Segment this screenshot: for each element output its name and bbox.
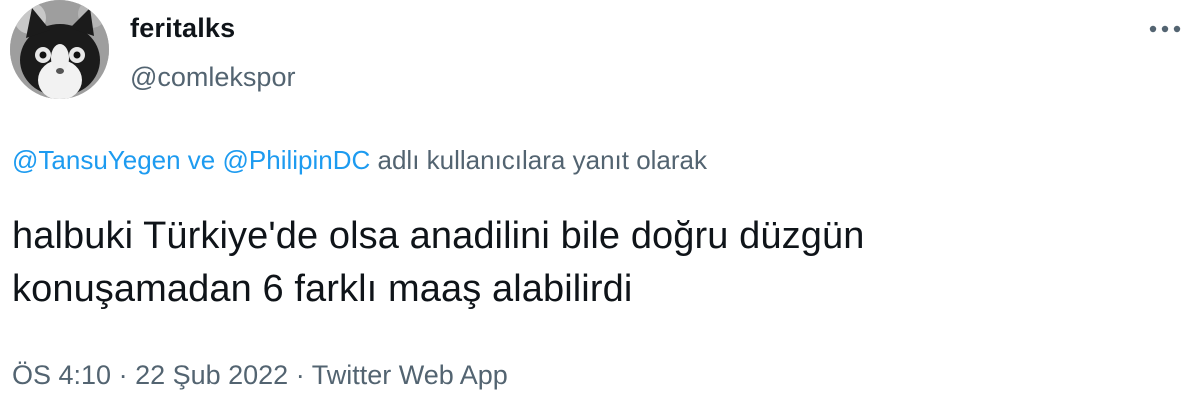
tweet-time-link[interactable]: ÖS 4:10 [12,360,111,390]
mention-link-tansuyegen[interactable]: @TansuYegen [12,145,181,175]
display-name[interactable]: feritalks [130,8,295,48]
more-options-button[interactable] [1148,22,1182,36]
tweet-date-link[interactable]: 22 Şub 2022 [135,360,288,390]
tweet-text-line-2: konuşamadan 6 farklı maaş alabilirdi [12,268,633,310]
tweet-text: halbuki Türkiye'de olsa anadilini bile d… [12,210,1182,316]
reply-suffix: adlı kullanıcılara yanıt olarak [370,145,708,175]
user-handle[interactable]: @comlekspor [130,60,295,94]
reply-connector: ve [180,145,223,175]
more-horizontal-icon [1149,25,1181,33]
tweet-source-link[interactable]: Twitter Web App [312,360,508,390]
author-info[interactable]: feritalks @comlekspor [130,8,295,94]
tweet-text-line-1: halbuki Türkiye'de olsa anadilini bile d… [12,215,865,257]
meta-separator: · [111,360,136,390]
cat-avatar-image [10,0,109,99]
tweet-meta: ÖS 4:10 · 22 Şub 2022 · Twitter Web App [12,357,508,393]
avatar[interactable] [10,0,109,99]
mention-link-philipindc[interactable]: @PhilipinDC [223,145,371,175]
meta-separator-2: · [288,360,312,390]
tweet-card: feritalks @comlekspor @TansuYegen ve @Ph… [0,0,1200,409]
replying-to: @TansuYegen ve @PhilipinDC adlı kullanıc… [12,143,707,177]
